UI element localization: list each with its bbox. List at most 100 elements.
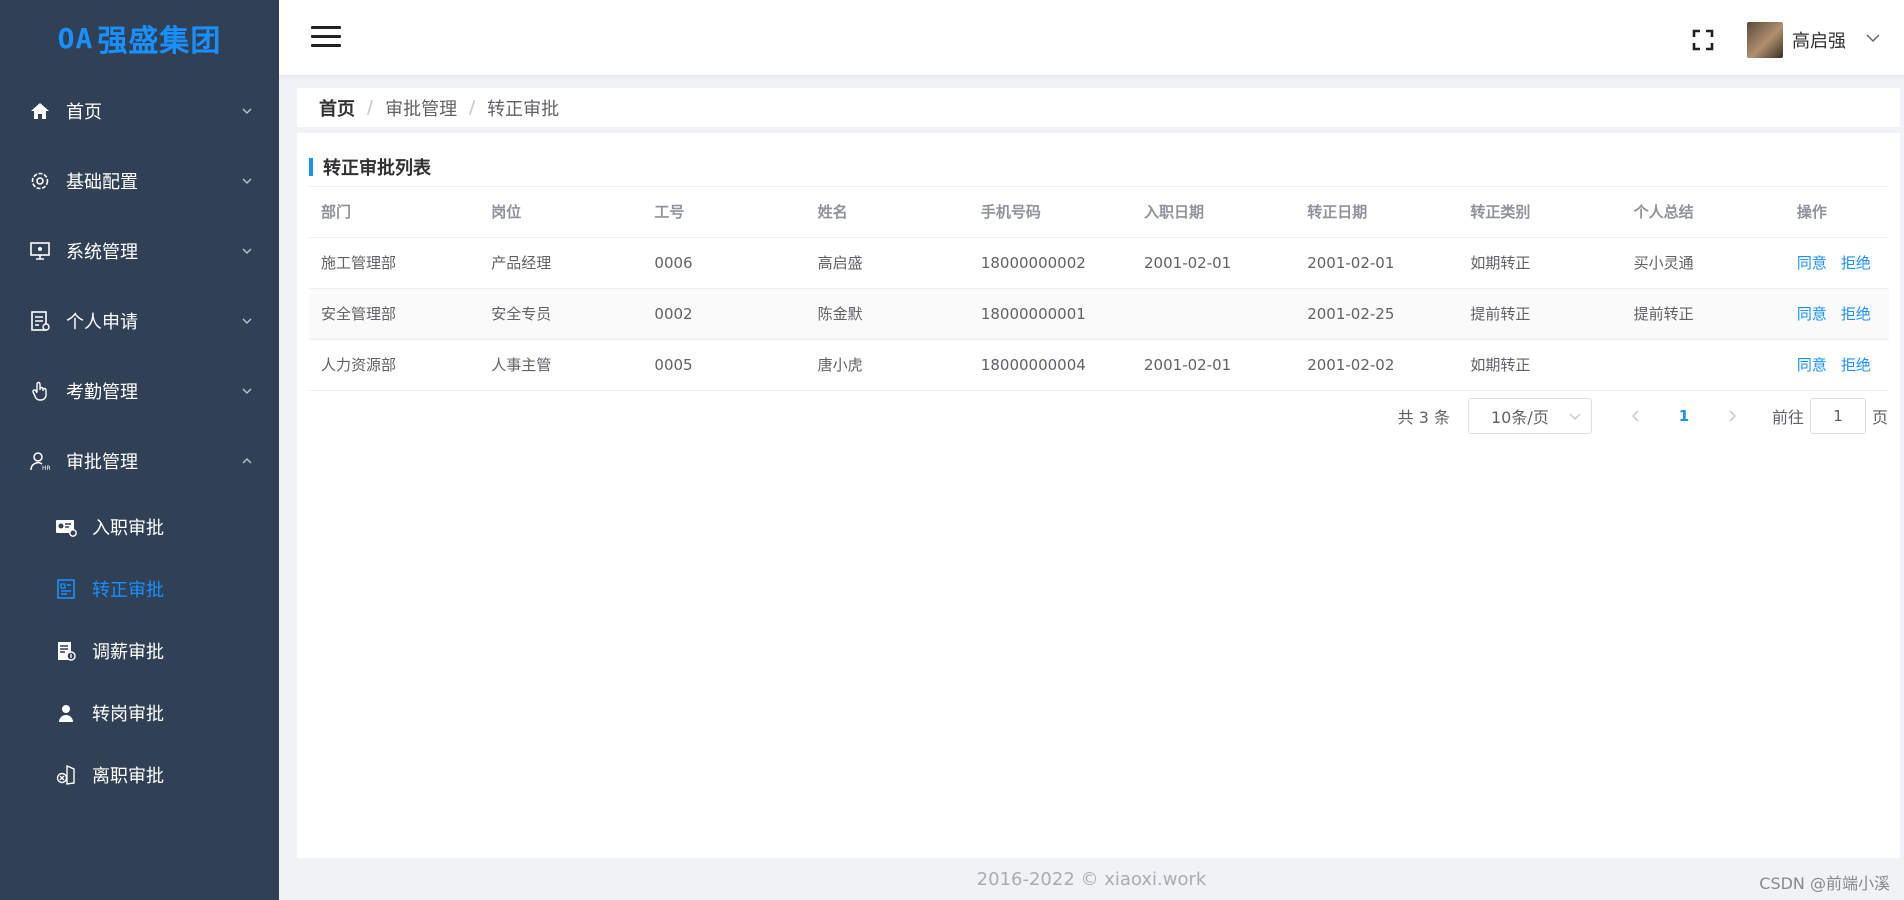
chevron-down-icon[interactable] (1866, 33, 1880, 43)
column-header: 个人总结 (1621, 187, 1785, 238)
monitor-icon (28, 239, 52, 263)
table-cell: 2001-02-25 (1295, 288, 1459, 340)
reject-link[interactable]: 拒绝 (1841, 356, 1871, 374)
chevron-down-icon (242, 388, 252, 394)
table-cell: 人力资源部 (309, 339, 480, 391)
main-panel: 转正审批列表 部门 岗位 工号 姓名 手机号码 入职日期 转正日期 转正类别 个… (297, 133, 1900, 858)
column-header: 部门 (309, 187, 480, 238)
svg-text:HR: HR (42, 465, 51, 472)
breadcrumb-separator: / (469, 97, 476, 118)
sidebar-item-attendance[interactable]: 考勤管理 (0, 356, 279, 426)
table-cell (1621, 339, 1785, 391)
brand-logo[interactable]: OA 强盛集团 (0, 0, 279, 76)
sidebar-subitem-label: 转岗审批 (92, 704, 164, 725)
chevron-down-icon (242, 248, 252, 254)
column-header: 入职日期 (1132, 187, 1296, 238)
table-cell: 18000000004 (968, 339, 1133, 391)
sidebar-subitem-onboarding[interactable]: 入职审批 (0, 496, 279, 558)
table-cell: 0006 (642, 237, 806, 289)
column-header: 工号 (642, 187, 806, 238)
column-header: 岗位 (479, 187, 643, 238)
sidebar-item-approval[interactable]: HR 审批管理 (0, 426, 279, 496)
sidebar-item-label: 首页 (66, 102, 102, 123)
top-header: 高启强 (279, 0, 1904, 75)
table-cell: 陈金默 (805, 288, 969, 340)
salary-doc-icon (54, 639, 78, 663)
user-name[interactable]: 高启强 (1792, 27, 1846, 53)
table-cell: 施工管理部 (309, 237, 480, 289)
table-cell: 安全管理部 (309, 288, 480, 340)
id-card-icon (54, 515, 78, 539)
sidebar-item-label: 基础配置 (66, 172, 138, 193)
chevron-up-icon (242, 458, 252, 464)
breadcrumb-item-home[interactable]: 首页 (319, 95, 355, 121)
sidebar-item-personal-apply[interactable]: 个人申请 (0, 286, 279, 356)
sidebar-subitem-transfer[interactable]: 转岗审批 (0, 682, 279, 744)
table-cell: 如期转正 (1458, 237, 1622, 289)
fullscreen-icon[interactable] (1691, 28, 1715, 52)
reject-link[interactable]: 拒绝 (1841, 254, 1871, 272)
form-icon (54, 577, 78, 601)
next-page-button[interactable] (1716, 398, 1748, 434)
user-hr-icon: HR (28, 449, 52, 473)
sidebar-item-label: 个人申请 (66, 312, 138, 333)
table-header-row: 部门 岗位 工号 姓名 手机号码 入职日期 转正日期 转正类别 个人总结 操作 (309, 187, 1889, 238)
column-header: 手机号码 (968, 187, 1133, 238)
sidebar-subitem-regularization[interactable]: 转正审批 (0, 558, 279, 620)
approval-table: 部门 岗位 工号 姓名 手机号码 入职日期 转正日期 转正类别 个人总结 操作 … (309, 187, 1889, 391)
table-cell: 安全专员 (479, 288, 643, 340)
person-icon (54, 701, 78, 725)
chevron-left-icon (1631, 410, 1639, 422)
pagination: 共 3 条 10条/页 1 前往 页 (1398, 398, 1888, 434)
actions-cell: 同意 拒绝 (1784, 288, 1889, 340)
page-size-select[interactable]: 10条/页 (1467, 398, 1592, 434)
column-header: 操作 (1784, 187, 1889, 238)
approve-link[interactable]: 同意 (1797, 305, 1827, 323)
table-cell: 18000000001 (968, 288, 1133, 340)
table-cell: 人事主管 (479, 339, 643, 391)
chevron-down-icon (1569, 413, 1581, 420)
goto-label: 前往 (1771, 408, 1804, 427)
breadcrumb-item-current: 转正审批 (487, 98, 560, 120)
sidebar-item-label: 系统管理 (66, 242, 138, 263)
document-icon (28, 309, 52, 333)
breadcrumb-item-approval: 审批管理 (385, 98, 458, 120)
breadcrumb-separator: / (367, 97, 374, 118)
table-cell: 2001-02-01 (1132, 237, 1296, 289)
brand-name: 强盛集团 (97, 24, 222, 59)
page-number[interactable]: 1 (1668, 398, 1700, 434)
table-cell: 提前转正 (1458, 288, 1622, 340)
column-header: 转正日期 (1295, 187, 1459, 238)
sidebar-subitem-label: 调薪审批 (92, 642, 164, 663)
goto-unit: 页 (1871, 408, 1888, 427)
table-cell: 高启盛 (805, 237, 969, 289)
approve-link[interactable]: 同意 (1797, 356, 1827, 374)
chevron-down-icon (242, 178, 252, 184)
table-cell: 唐小虎 (805, 339, 969, 391)
sidebar-subitem-salary[interactable]: 调薪审批 (0, 620, 279, 682)
approve-link[interactable]: 同意 (1797, 254, 1827, 272)
sidebar-item-home[interactable]: 首页 (0, 76, 279, 146)
sidebar-item-basic-config[interactable]: 基础配置 (0, 146, 279, 216)
column-header: 转正类别 (1458, 187, 1622, 238)
table-cell: 产品经理 (479, 237, 643, 289)
prev-page-button[interactable] (1620, 398, 1652, 434)
panel-title: 转正审批列表 (309, 158, 431, 179)
chevron-down-icon (242, 318, 252, 324)
actions-cell: 同意 拒绝 (1784, 339, 1889, 391)
goto-page-input[interactable] (1809, 398, 1866, 434)
table-row: 安全管理部 安全专员 0002 陈金默 18000000001 2001-02-… (309, 288, 1889, 340)
table-cell: 2001-02-02 (1295, 339, 1459, 391)
sidebar-subitem-resignation[interactable]: 离职审批 (0, 744, 279, 806)
title-accent-bar (309, 158, 313, 176)
avatar[interactable] (1747, 22, 1783, 58)
hamburger-menu-icon[interactable] (311, 26, 341, 48)
reject-link[interactable]: 拒绝 (1841, 305, 1871, 323)
table-cell: 0005 (642, 339, 806, 391)
column-header: 姓名 (805, 187, 969, 238)
sidebar-item-system[interactable]: 系统管理 (0, 216, 279, 286)
page-size-value: 10条/页 (1490, 408, 1549, 427)
table-cell: 2001-02-01 (1132, 339, 1296, 391)
hand-icon (28, 379, 52, 403)
sidebar-item-label: 审批管理 (66, 452, 138, 473)
